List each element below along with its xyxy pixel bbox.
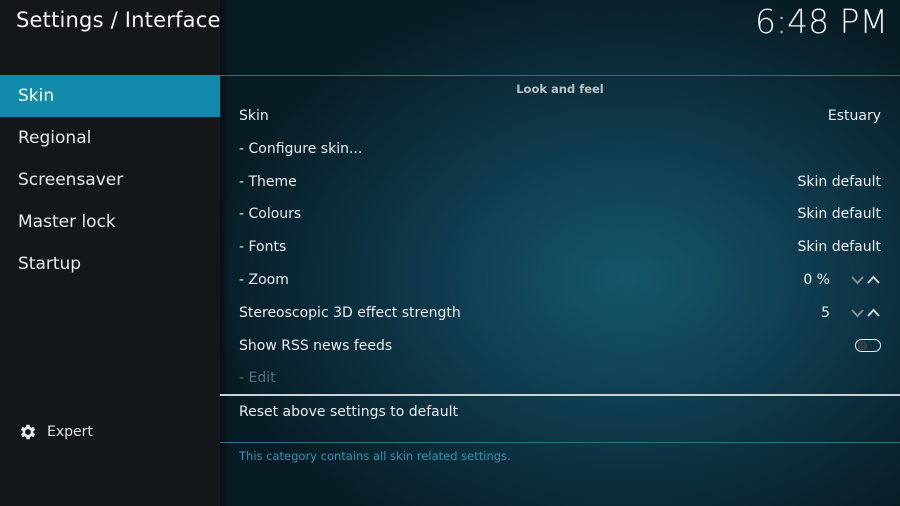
setting-label: - Fonts [239, 239, 287, 256]
sidebar-menu: Skin Regional Screensaver Master lock St… [0, 75, 220, 285]
setting-label: - Edit [239, 370, 276, 387]
setting-value: Skin default [797, 173, 881, 190]
gear-icon [20, 424, 36, 440]
spinner-controls [851, 308, 881, 320]
chevron-down-icon[interactable] [851, 308, 864, 318]
setting-label: - Configure skin... [239, 140, 363, 157]
setting-configure-skin[interactable]: - Configure skin... [220, 133, 900, 166]
setting-value: Skin default [797, 206, 881, 223]
setting-edit-rss: - Edit [220, 362, 900, 395]
reset-defaults-button[interactable]: Reset above settings to default [239, 404, 458, 420]
chevron-down-icon[interactable] [851, 275, 864, 285]
chevron-up-icon[interactable] [867, 308, 880, 318]
setting-label: - Theme [239, 173, 297, 190]
setting-label: Show RSS news feeds [239, 337, 393, 354]
setting-fonts[interactable]: - Fonts Skin default [220, 231, 900, 264]
sidebar-item-skin[interactable]: Skin [0, 75, 220, 117]
setting-theme[interactable]: - Theme Skin default [220, 166, 900, 199]
help-text: This category contains all skin related … [239, 449, 511, 463]
toggle-knob [858, 341, 867, 351]
setting-label: - Colours [239, 206, 302, 223]
setting-label: Stereoscopic 3D effect strength [239, 304, 461, 321]
setting-value: Estuary [827, 108, 881, 124]
setting-skin[interactable]: Skin Estuary [220, 100, 900, 133]
setting-zoom[interactable]: - Zoom 0 % [220, 264, 900, 297]
setting-label: - Zoom [239, 271, 289, 288]
expert-label: Expert [47, 424, 93, 440]
reset-divider [220, 394, 900, 396]
setting-value: 5 [821, 304, 830, 321]
expert-button[interactable]: Expert [18, 422, 93, 442]
setting-stereoscopic-strength[interactable]: Stereoscopic 3D effect strength 5 [220, 297, 900, 330]
sidebar-item-regional[interactable]: Regional [0, 117, 220, 159]
footer-divider [220, 442, 900, 443]
section-title: Look and feel [516, 82, 604, 96]
sidebar-item-startup[interactable]: Startup [0, 243, 220, 285]
setting-value: Skin default [797, 239, 881, 256]
setting-colours[interactable]: - Colours Skin default [220, 198, 900, 231]
settings-screen: Settings / Interface 6:48 PM Skin Region… [0, 0, 900, 506]
sidebar-item-screensaver[interactable]: Screensaver [0, 159, 220, 201]
chevron-up-icon[interactable] [867, 275, 880, 285]
setting-label: Skin [239, 108, 269, 124]
header-divider [220, 75, 900, 76]
page-title: Settings / Interface [16, 8, 221, 32]
spinner-controls [851, 275, 881, 287]
setting-show-rss[interactable]: Show RSS news feeds [220, 330, 900, 363]
rss-toggle[interactable] [855, 338, 881, 352]
clock: 6:48 PM [755, 2, 888, 41]
sidebar-item-master-lock[interactable]: Master lock [0, 201, 220, 243]
setting-value: 0 % [803, 271, 830, 288]
settings-list: Skin Estuary - Configure skin... - Theme… [220, 100, 900, 395]
